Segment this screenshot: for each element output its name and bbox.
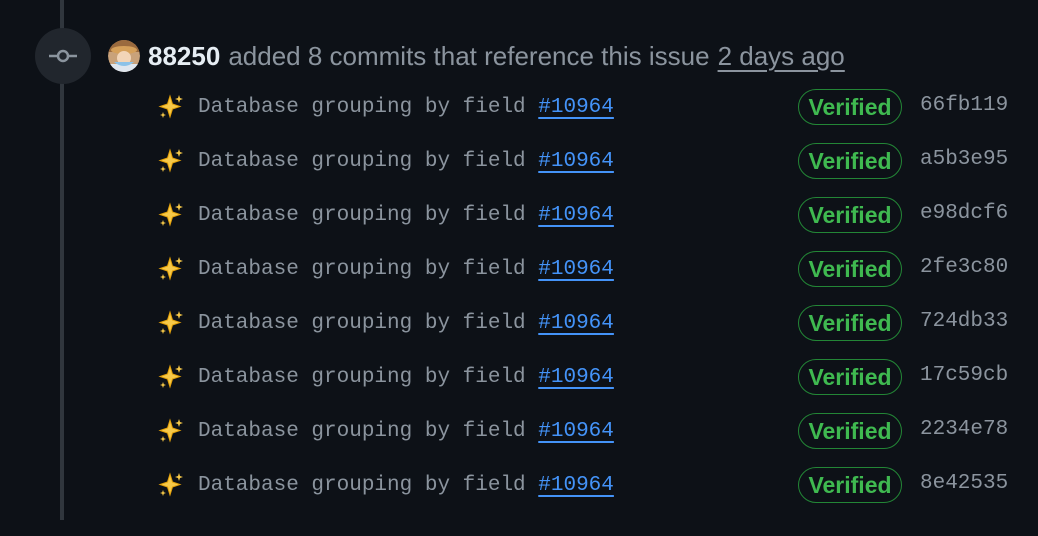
commit-sha-link[interactable]: 66fb119 bbox=[920, 92, 1008, 120]
verified-badge[interactable]: Verified bbox=[798, 251, 902, 287]
issue-reference-link[interactable]: #10964 bbox=[538, 366, 614, 389]
commit-title-link[interactable]: Database grouping by field bbox=[198, 150, 526, 173]
commit-sha-link[interactable]: 2234e78 bbox=[920, 416, 1008, 444]
commit-row: Database grouping by field #10964 Verifi… bbox=[158, 354, 1018, 408]
avatar[interactable] bbox=[108, 40, 140, 72]
sparkles-icon bbox=[158, 202, 184, 228]
commit-row: Database grouping by field #10964 Verifi… bbox=[158, 138, 1018, 192]
commit-sha-link[interactable]: 2fe3c80 bbox=[920, 254, 1008, 282]
verified-badge[interactable]: Verified bbox=[798, 305, 902, 341]
commit-title-link[interactable]: Database grouping by field bbox=[198, 96, 526, 119]
issue-reference-link[interactable]: #10964 bbox=[538, 420, 614, 443]
commit-message: Database grouping by field #10964 bbox=[198, 202, 614, 230]
verified-badge[interactable]: Verified bbox=[798, 89, 902, 125]
commit-row: Database grouping by field #10964 Verifi… bbox=[158, 300, 1018, 354]
commit-message: Database grouping by field #10964 bbox=[198, 472, 614, 500]
sparkles-icon bbox=[158, 148, 184, 174]
issue-reference-link[interactable]: #10964 bbox=[538, 204, 614, 227]
commit-message: Database grouping by field #10964 bbox=[198, 364, 614, 392]
commit-title-link[interactable]: Database grouping by field bbox=[198, 258, 526, 281]
sparkles-icon bbox=[158, 310, 184, 336]
commit-row: Database grouping by field #10964 Verifi… bbox=[158, 408, 1018, 462]
commit-row: Database grouping by field #10964 Verifi… bbox=[158, 192, 1018, 246]
commit-row: Database grouping by field #10964 Verifi… bbox=[158, 84, 1018, 138]
commit-row: Database grouping by field #10964 Verifi… bbox=[158, 246, 1018, 300]
issue-reference-link[interactable]: #10964 bbox=[538, 258, 614, 281]
verified-badge[interactable]: Verified bbox=[798, 197, 902, 233]
verified-badge[interactable]: Verified bbox=[798, 413, 902, 449]
verified-badge[interactable]: Verified bbox=[798, 359, 902, 395]
commit-sha-link[interactable]: 17c59cb bbox=[920, 362, 1008, 390]
commit-title-link[interactable]: Database grouping by field bbox=[198, 474, 526, 497]
commit-message: Database grouping by field #10964 bbox=[198, 310, 614, 338]
issue-reference-link[interactable]: #10964 bbox=[538, 96, 614, 119]
commit-message: Database grouping by field #10964 bbox=[198, 94, 614, 122]
sparkles-icon bbox=[158, 418, 184, 444]
commit-sha-link[interactable]: 724db33 bbox=[920, 308, 1008, 336]
author-link[interactable]: 88250 bbox=[148, 41, 220, 72]
commit-title-link[interactable]: Database grouping by field bbox=[198, 366, 526, 389]
commit-list: Database grouping by field #10964 Verifi… bbox=[158, 84, 1018, 516]
commit-row: Database grouping by field #10964 Verifi… bbox=[158, 462, 1018, 516]
commit-sha-link[interactable]: a5b3e95 bbox=[920, 146, 1008, 174]
commit-sha-link[interactable]: e98dcf6 bbox=[920, 200, 1008, 228]
verified-badge[interactable]: Verified bbox=[798, 143, 902, 179]
timeline-event: 88250 added 8 commits that reference thi… bbox=[0, 0, 1038, 536]
commit-message: Database grouping by field #10964 bbox=[198, 418, 614, 446]
event-header: 88250 added 8 commits that reference thi… bbox=[108, 36, 845, 76]
issue-reference-link[interactable]: #10964 bbox=[538, 474, 614, 497]
sparkles-icon bbox=[158, 256, 184, 282]
issue-reference-link[interactable]: #10964 bbox=[538, 150, 614, 173]
timestamp-link[interactable]: 2 days ago bbox=[718, 41, 845, 72]
event-action-text: added 8 commits that reference this issu… bbox=[228, 40, 710, 71]
verified-badge[interactable]: Verified bbox=[798, 467, 902, 503]
commit-title-link[interactable]: Database grouping by field bbox=[198, 312, 526, 335]
commit-message: Database grouping by field #10964 bbox=[198, 256, 614, 284]
commit-message: Database grouping by field #10964 bbox=[198, 148, 614, 176]
commit-title-link[interactable]: Database grouping by field bbox=[198, 420, 526, 443]
git-commit-icon bbox=[35, 28, 91, 84]
sparkles-icon bbox=[158, 364, 184, 390]
sparkles-icon bbox=[158, 472, 184, 498]
commit-sha-link[interactable]: 8e42535 bbox=[920, 470, 1008, 498]
sparkles-icon bbox=[158, 94, 184, 120]
commit-title-link[interactable]: Database grouping by field bbox=[198, 204, 526, 227]
issue-reference-link[interactable]: #10964 bbox=[538, 312, 614, 335]
